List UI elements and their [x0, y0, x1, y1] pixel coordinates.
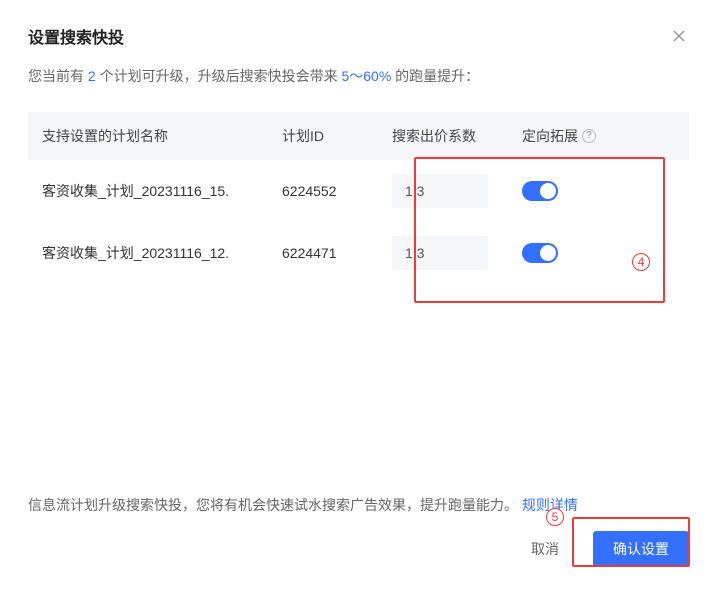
subtitle-text: 的跑量提升：	[391, 68, 479, 84]
footer-note: 信息流计划升级搜索快投，您将有机会快速试水搜索广告效果，提升跑量能力。 规则详情	[28, 495, 689, 515]
plan-table: 支持设置的计划名称 计划ID 搜索出价系数 定向拓展 ? 客资收集_计划_202…	[28, 112, 689, 495]
subtitle-range: 5～60%	[341, 68, 391, 84]
cancel-button[interactable]: 取消	[511, 531, 579, 567]
ext-toggle[interactable]	[522, 181, 558, 201]
cell-name: 客资收集_计划_20231116_15.	[42, 181, 282, 201]
subtitle-count: 2	[88, 68, 96, 84]
table-header-row: 支持设置的计划名称 计划ID 搜索出价系数 定向拓展 ?	[28, 112, 689, 160]
footer-note-text: 信息流计划升级搜索快投，您将有机会快速试水搜索广告效果，提升跑量能力。	[28, 497, 518, 513]
col-header-ext-label: 定向拓展	[522, 126, 578, 146]
rules-link[interactable]: 规则详情	[522, 497, 578, 513]
subtitle-text: 您当前有	[28, 68, 88, 84]
modal-title: 设置搜索快投	[28, 24, 124, 48]
col-header-name: 支持设置的计划名称	[42, 126, 282, 146]
coef-input[interactable]: 1.3	[392, 174, 488, 208]
confirm-button[interactable]: 确认设置	[593, 531, 689, 567]
footer-buttons: 取消 确认设置	[28, 531, 689, 567]
subtitle-text: 个计划可升级，升级后搜索快投会带来	[96, 68, 342, 84]
help-icon[interactable]: ?	[582, 129, 596, 143]
table-row: 客资收集_计划_20231116_15. 6224552 1.3	[28, 160, 689, 222]
col-header-coef: 搜索出价系数	[392, 126, 522, 146]
col-header-id: 计划ID	[282, 126, 392, 146]
col-header-ext: 定向拓展 ?	[522, 126, 662, 146]
coef-input[interactable]: 1.3	[392, 236, 488, 270]
cell-id: 6224471	[282, 245, 392, 261]
table-row: 客资收集_计划_20231116_12. 6224471 1.3	[28, 222, 689, 284]
cell-name: 客资收集_计划_20231116_12.	[42, 243, 282, 263]
close-icon[interactable]	[669, 26, 689, 46]
modal-subtitle: 您当前有 2 个计划可升级，升级后搜索快投会带来 5～60% 的跑量提升：	[28, 66, 689, 86]
cell-id: 6224552	[282, 183, 392, 199]
ext-toggle[interactable]	[522, 243, 558, 263]
